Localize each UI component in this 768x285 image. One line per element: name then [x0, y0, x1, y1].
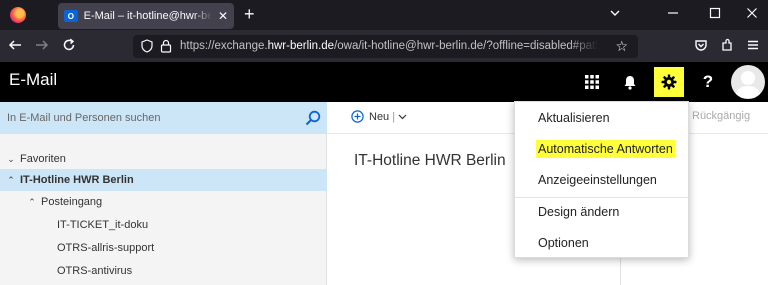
chevron-down-icon[interactable]: ⌄ [5, 154, 17, 165]
menu-item-optionen[interactable]: Optionen [538, 236, 589, 250]
settings-button[interactable] [651, 62, 687, 102]
folder-favoriten[interactable]: ⌄ Favoriten [0, 148, 327, 170]
folder-posteingang[interactable]: ⌃ Posteingang [0, 191, 327, 213]
minimize-icon[interactable] [667, 7, 679, 23]
app-launcher-button[interactable] [574, 62, 610, 102]
new-button-label: Neu [369, 110, 390, 123]
folder-label: Posteingang [41, 196, 103, 208]
folder-it-ticket[interactable]: IT-TICKET_it-doku [0, 214, 327, 236]
gear-icon [661, 74, 677, 90]
chevron-up-icon[interactable]: ⌃ [5, 175, 17, 186]
browser-tabstrip: O E-Mail – it-hotline@hwr-berlin.de ✕ + [0, 0, 768, 30]
tab-close-icon[interactable]: ✕ [218, 9, 228, 23]
help-icon: ? [702, 72, 714, 91]
menu-hamburger-icon[interactable] [746, 38, 760, 55]
forward-arrow-icon[interactable] [35, 38, 49, 55]
url-bar[interactable]: https://exchange.hwr-berlin.de/owa/it-ho… [133, 35, 638, 58]
bell-icon [624, 75, 636, 90]
folder-label: IT-TICKET_it-doku [57, 219, 149, 231]
lock-icon[interactable] [160, 39, 172, 53]
folder-otrs-antivirus[interactable]: OTRS-antivirus [0, 260, 327, 282]
menu-item-anzeigeeinstellungen[interactable]: Anzeigeeinstellungen [538, 173, 657, 187]
new-tab-icon[interactable]: + [244, 5, 255, 23]
search-icon[interactable] [305, 110, 321, 131]
url-rest: /owa/it-hotline@hwr-berlin.de/?offline=d… [334, 40, 598, 52]
folder-pane: ⌄ Favoriten ⌃ IT-Hotline HWR Berlin ⌃ Po… [0, 134, 327, 285]
back-arrow-icon[interactable] [8, 38, 22, 55]
reload-icon[interactable] [62, 38, 76, 55]
tracking-shield-icon[interactable] [141, 39, 153, 53]
browser-tab-active[interactable]: O E-Mail – it-hotline@hwr-berlin.de ✕ [58, 3, 234, 29]
url-prefix: https://exchange. [180, 40, 268, 52]
avatar[interactable] [731, 65, 765, 99]
url-domain: hwr-berlin.de [267, 40, 335, 52]
plus-circle-icon [351, 110, 364, 123]
tab-title: E-Mail – it-hotline@hwr-berlin.de [83, 10, 212, 22]
url-text[interactable]: https://exchange.hwr-berlin.de/owa/it-ho… [180, 40, 598, 52]
folder-label: OTRS-antivirus [57, 265, 133, 277]
extensions-icon[interactable] [720, 38, 734, 55]
mailbox-title: IT-Hotline HWR Berlin [354, 152, 506, 169]
help-button[interactable]: ? [690, 62, 726, 102]
undo-button[interactable]: Rückgängig [692, 110, 750, 122]
settings-highlight [654, 67, 684, 97]
firefox-icon[interactable] [10, 7, 26, 23]
folder-otrs-allris[interactable]: OTRS-allris-support [0, 237, 327, 259]
folder-label: OTRS-allris-support [57, 242, 155, 254]
search-input[interactable]: In E-Mail und Personen suchen [7, 112, 160, 124]
settings-menu: Aktualisieren Automatische Antworten Anz… [514, 101, 689, 258]
menu-divider [515, 197, 688, 198]
waffle-icon [585, 75, 599, 89]
menu-item-aktualisieren[interactable]: Aktualisieren [538, 111, 610, 125]
chevron-down-icon[interactable] [398, 112, 407, 121]
close-window-icon[interactable] [746, 7, 758, 23]
folder-label: IT-Hotline HWR Berlin [20, 174, 134, 186]
notifications-button[interactable] [612, 62, 648, 102]
tab-list-chevron-icon[interactable] [609, 7, 621, 23]
menu-item-automatische-antworten[interactable]: Automatische Antworten [536, 140, 675, 158]
bookmark-star-icon[interactable]: ☆ [615, 38, 628, 55]
search-box[interactable]: In E-Mail und Personen suchen [0, 102, 327, 134]
menu-item-design-aendern[interactable]: Design ändern [538, 205, 619, 219]
chevron-up-icon[interactable]: ⌃ [26, 197, 38, 208]
folder-it-hotline[interactable]: ⌃ IT-Hotline HWR Berlin [0, 169, 327, 191]
divider: | [392, 110, 396, 123]
pocket-icon[interactable] [694, 38, 708, 55]
folder-label: Favoriten [20, 153, 66, 165]
app-title[interactable]: E-Mail [9, 70, 57, 90]
new-message-button[interactable]: Neu | [351, 110, 407, 123]
maximize-icon[interactable] [709, 7, 721, 23]
outlook-icon: O [64, 10, 78, 22]
